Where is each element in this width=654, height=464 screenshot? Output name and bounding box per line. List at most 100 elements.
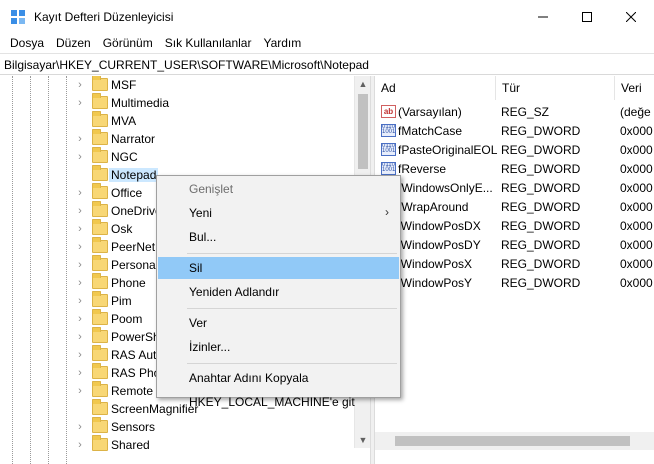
tree-item-sensors[interactable]: › Sensors: [0, 417, 354, 436]
value-type: REG_DWORD: [501, 219, 581, 233]
folder-icon: [92, 255, 108, 271]
value-name: fMatchCase: [398, 124, 463, 138]
address-path[interactable]: Bilgisayar\HKEY_CURRENT_USER\SOFTWARE\Mi…: [4, 58, 369, 72]
tree-item-shared[interactable]: › Shared: [0, 435, 354, 454]
context-menu-item-bul[interactable]: Bul...: [158, 226, 399, 248]
tree-item-mva[interactable]: MVA: [0, 111, 354, 130]
chevron-right-icon[interactable]: ›: [74, 346, 86, 364]
value-data: 0x000: [620, 219, 653, 233]
column-header-type[interactable]: Tür: [496, 76, 615, 100]
maximize-icon: [582, 11, 592, 22]
menu-separator: [187, 253, 397, 254]
value-row[interactable]: ab (Varsayılan) REG_SZ (değe: [375, 102, 654, 121]
address-bar[interactable]: Bilgisayar\HKEY_CURRENT_USER\SOFTWARE\Mi…: [0, 53, 654, 75]
value-row[interactable]: 0110 1001iWindowPosXREG_DWORD0x000: [375, 254, 654, 273]
chevron-right-icon[interactable]: ›: [74, 328, 86, 346]
value-name: iWindowPosDY: [398, 238, 481, 252]
menu-bar: Dosya Düzen Görünüm Sık Kullanılanlar Ya…: [0, 33, 654, 53]
value-row[interactable]: 0110 1001fWrapAroundREG_DWORD0x000: [375, 197, 654, 216]
chevron-right-icon[interactable]: ›: [74, 76, 86, 94]
folder-icon: [92, 345, 108, 361]
chevron-right-icon[interactable]: ›: [74, 130, 86, 148]
close-icon: [626, 11, 636, 22]
tree-item-msf[interactable]: › MSF: [0, 76, 354, 94]
chevron-right-icon[interactable]: ›: [74, 94, 86, 112]
dword-value-icon: 0110 1001: [381, 124, 396, 137]
column-header-name[interactable]: Ad: [375, 76, 496, 100]
tree-item-label: RAS Pho: [111, 366, 161, 380]
value-row[interactable]: 0110 1001 fMatchCase REG_DWORD 0x000: [375, 121, 654, 140]
maximize-button[interactable]: [564, 0, 610, 33]
value-name: fWrapAround: [398, 200, 469, 214]
tree-item-label: Osk: [111, 222, 133, 236]
menu-gorunum[interactable]: Görünüm: [97, 33, 159, 53]
tree-item-label: Multimedia: [111, 96, 170, 110]
list-horizontal-scrollbar[interactable]: [375, 432, 654, 450]
context-menu-label: Genişlet: [189, 182, 234, 196]
tree-item-ngc[interactable]: › NGC: [0, 147, 354, 166]
tree-item-label: Personal: [111, 258, 159, 272]
value-row[interactable]: 0110 1001fWindowsOnlyE...REG_DWORD0x000: [375, 178, 654, 197]
chevron-right-icon[interactable]: ›: [74, 148, 86, 166]
value-row[interactable]: 0110 1001iWindowPosDXREG_DWORD0x000: [375, 216, 654, 235]
value-row[interactable]: 0110 1001 fPasteOriginalEOL REG_DWORD 0x000: [375, 140, 654, 159]
chevron-right-icon[interactable]: ›: [74, 364, 86, 382]
chevron-right-icon[interactable]: ›: [74, 418, 86, 436]
chevron-right-icon[interactable]: ›: [74, 184, 86, 202]
value-type: REG_SZ: [501, 105, 550, 119]
chevron-right-icon[interactable]: ›: [74, 220, 86, 238]
scrollbar-thumb[interactable]: [358, 94, 368, 169]
context-menu-item-sil[interactable]: Sil: [158, 257, 399, 279]
context-menu-item-geni-let: Genişlet: [158, 178, 399, 200]
chevron-right-icon[interactable]: ›: [74, 292, 86, 310]
context-menu-item-i-zinler[interactable]: İzinler...: [158, 336, 399, 358]
context-menu-item-ver[interactable]: Ver: [158, 312, 399, 334]
context-menu-item-yeni[interactable]: Yeni ›: [158, 202, 399, 224]
minimize-button[interactable]: [520, 0, 566, 33]
value-list[interactable]: Ad Tür Veri ab (Varsayılan) REG_SZ (değe 011…: [375, 76, 654, 464]
tree-item-label: NGC: [111, 150, 138, 164]
context-menu-item-hkey-local-machine-e-git[interactable]: HKEY_LOCAL_MACHINE'e git: [158, 391, 399, 413]
scrollbar-thumb[interactable]: [395, 436, 630, 446]
value-data: 0x000: [620, 276, 653, 290]
folder-icon: [92, 237, 108, 253]
menu-duzen[interactable]: Düzen: [50, 33, 97, 53]
value-type: REG_DWORD: [501, 181, 581, 195]
window-title: Kayıt Defteri Düzenleyicisi: [34, 10, 174, 24]
scroll-down-icon[interactable]: ▼: [355, 432, 371, 448]
menu-dosya[interactable]: Dosya: [4, 33, 50, 53]
chevron-right-icon[interactable]: ›: [74, 202, 86, 220]
context-menu-item-yeniden-adland-r[interactable]: Yeniden Adlandır: [158, 281, 399, 303]
tree-item-label: RAS Aut: [111, 348, 157, 362]
context-menu-item-anahtar-ad-n-kopyala[interactable]: Anahtar Adını Kopyala: [158, 367, 399, 389]
chevron-right-icon[interactable]: ›: [74, 382, 86, 400]
value-name: fReverse: [398, 162, 447, 176]
chevron-right-icon[interactable]: ›: [74, 310, 86, 328]
folder-icon: [92, 76, 108, 91]
menu-sik-kullanilanlar[interactable]: Sık Kullanılanlar: [159, 33, 258, 53]
menu-separator: [187, 308, 397, 309]
value-data: 0x000: [620, 124, 653, 138]
column-header-data[interactable]: Veri: [615, 76, 654, 100]
tree-item-narrator[interactable]: › Narrator: [0, 129, 354, 148]
tree-item-multimedia[interactable]: › Multimedia: [0, 93, 354, 112]
tree-item-label: Remote: [111, 384, 154, 398]
context-menu-label: Yeniden Adlandır: [189, 285, 280, 299]
folder-icon: [92, 183, 108, 199]
chevron-right-icon[interactable]: ›: [74, 274, 86, 292]
value-row[interactable]: 0110 1001iWindowPosYREG_DWORD0x000: [375, 273, 654, 292]
chevron-right-icon[interactable]: ›: [74, 436, 86, 454]
menu-yardim[interactable]: Yardım: [257, 33, 307, 53]
value-row[interactable]: 0110 1001 fReverse REG_DWORD 0x000: [375, 159, 654, 178]
context-menu-label: İzinler...: [189, 340, 231, 354]
close-button[interactable]: [608, 0, 654, 33]
value-row[interactable]: 0110 1001iWindowPosDYREG_DWORD0x000: [375, 235, 654, 254]
tree-item-label: Phone: [111, 276, 146, 290]
value-type: REG_DWORD: [501, 238, 581, 252]
value-name: (Varsayılan): [398, 105, 462, 119]
chevron-right-icon[interactable]: ›: [74, 238, 86, 256]
value-data: 0x000: [620, 162, 653, 176]
folder-icon: [92, 399, 108, 415]
scroll-up-icon[interactable]: ▲: [355, 76, 371, 92]
chevron-right-icon[interactable]: ›: [74, 256, 86, 274]
